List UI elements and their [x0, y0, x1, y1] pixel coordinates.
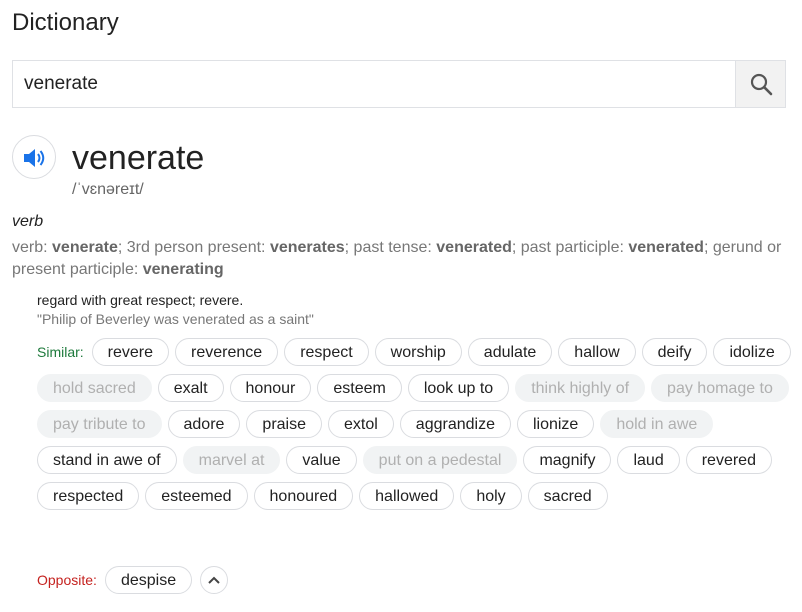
similar-chip[interactable]: marvel at [182, 446, 281, 474]
similar-chip[interactable]: worship [374, 338, 462, 366]
similar-chip[interactable]: value [286, 446, 357, 474]
similar-chip[interactable]: aggrandize [399, 410, 511, 438]
similar-chip[interactable]: hallow [558, 338, 636, 366]
collapse-button[interactable] [200, 566, 229, 594]
similar-chip[interactable]: respected [37, 482, 140, 510]
search-icon [750, 73, 773, 96]
similar-label: Similar: [37, 344, 84, 360]
similar-chip[interactable]: stand in awe of [37, 446, 177, 474]
similar-chip[interactable]: adore [167, 410, 241, 438]
verb-forms: verb: venerate; 3rd person present: vene… [12, 237, 787, 281]
similar-chip[interactable]: honoured [253, 482, 354, 510]
pronunciation-button[interactable] [12, 135, 56, 179]
forms-label: ; past tense: [344, 239, 437, 256]
search-button[interactable] [735, 61, 785, 107]
forms-label: ; 3rd person present: [117, 239, 270, 256]
part-of-speech: verb [12, 213, 44, 230]
similar-chip[interactable]: reverence [175, 338, 279, 366]
similar-chip[interactable]: laud [617, 446, 680, 474]
similar-chip[interactable]: think highly of [515, 374, 646, 402]
similar-chip[interactable]: lionize [516, 410, 595, 438]
similar-chip[interactable]: holy [460, 482, 522, 510]
usage-example: "Philip of Beverley was venerated as a s… [37, 311, 314, 327]
similar-chip[interactable]: deify [641, 338, 708, 366]
similar-chip[interactable]: honour [229, 374, 312, 402]
similar-chip[interactable]: revered [685, 446, 772, 474]
form-gerund: venerating [142, 261, 224, 278]
similar-chip[interactable]: hallowed [359, 482, 455, 510]
chevron-up-icon [208, 576, 220, 584]
similar-chip[interactable]: esteemed [145, 482, 248, 510]
forms-label: verb: [12, 239, 53, 256]
search-box [12, 60, 786, 108]
form-base: venerate [52, 239, 118, 256]
search-input[interactable] [13, 61, 735, 107]
similar-chip[interactable]: praise [246, 410, 322, 438]
similar-chip[interactable]: extol [328, 410, 394, 438]
similar-chip[interactable]: pay homage to [651, 374, 789, 402]
speaker-icon [24, 149, 45, 167]
opposite-label: Opposite: [37, 572, 97, 588]
page-title: Dictionary [12, 9, 119, 36]
opposite-chip[interactable]: despise [104, 566, 193, 594]
form-third-person: venerates [269, 239, 345, 256]
similar-chip[interactable]: hold in awe [600, 410, 714, 438]
similar-chip[interactable]: revere [91, 338, 170, 366]
similar-chip[interactable]: hold sacred [37, 374, 152, 402]
headword: venerate [72, 139, 205, 177]
similar-chip[interactable]: look up to [407, 374, 510, 402]
definition: regard with great respect; revere. [37, 292, 244, 308]
similar-chip[interactable]: exalt [157, 374, 224, 402]
similar-chip[interactable]: esteem [317, 374, 402, 402]
similar-words: Similar: revere reverence respect worship ad… [37, 338, 797, 510]
similar-chip[interactable]: adulate [467, 338, 553, 366]
forms-label: ; past participle: [511, 239, 629, 256]
similar-chip[interactable]: sacred [527, 482, 608, 510]
similar-chip[interactable]: respect [284, 338, 369, 366]
form-past-tense: venerated [436, 239, 512, 256]
opposite-words: Opposite: despise [37, 566, 229, 594]
similar-chip[interactable]: magnify [523, 446, 612, 474]
phonetic-spelling: /ˈvɛnəreɪt/ [72, 181, 144, 198]
form-past-participle: venerated [628, 239, 704, 256]
similar-chip[interactable]: idolize [713, 338, 791, 366]
similar-chip[interactable]: pay tribute to [37, 410, 162, 438]
similar-chip[interactable]: put on a pedestal [362, 446, 518, 474]
